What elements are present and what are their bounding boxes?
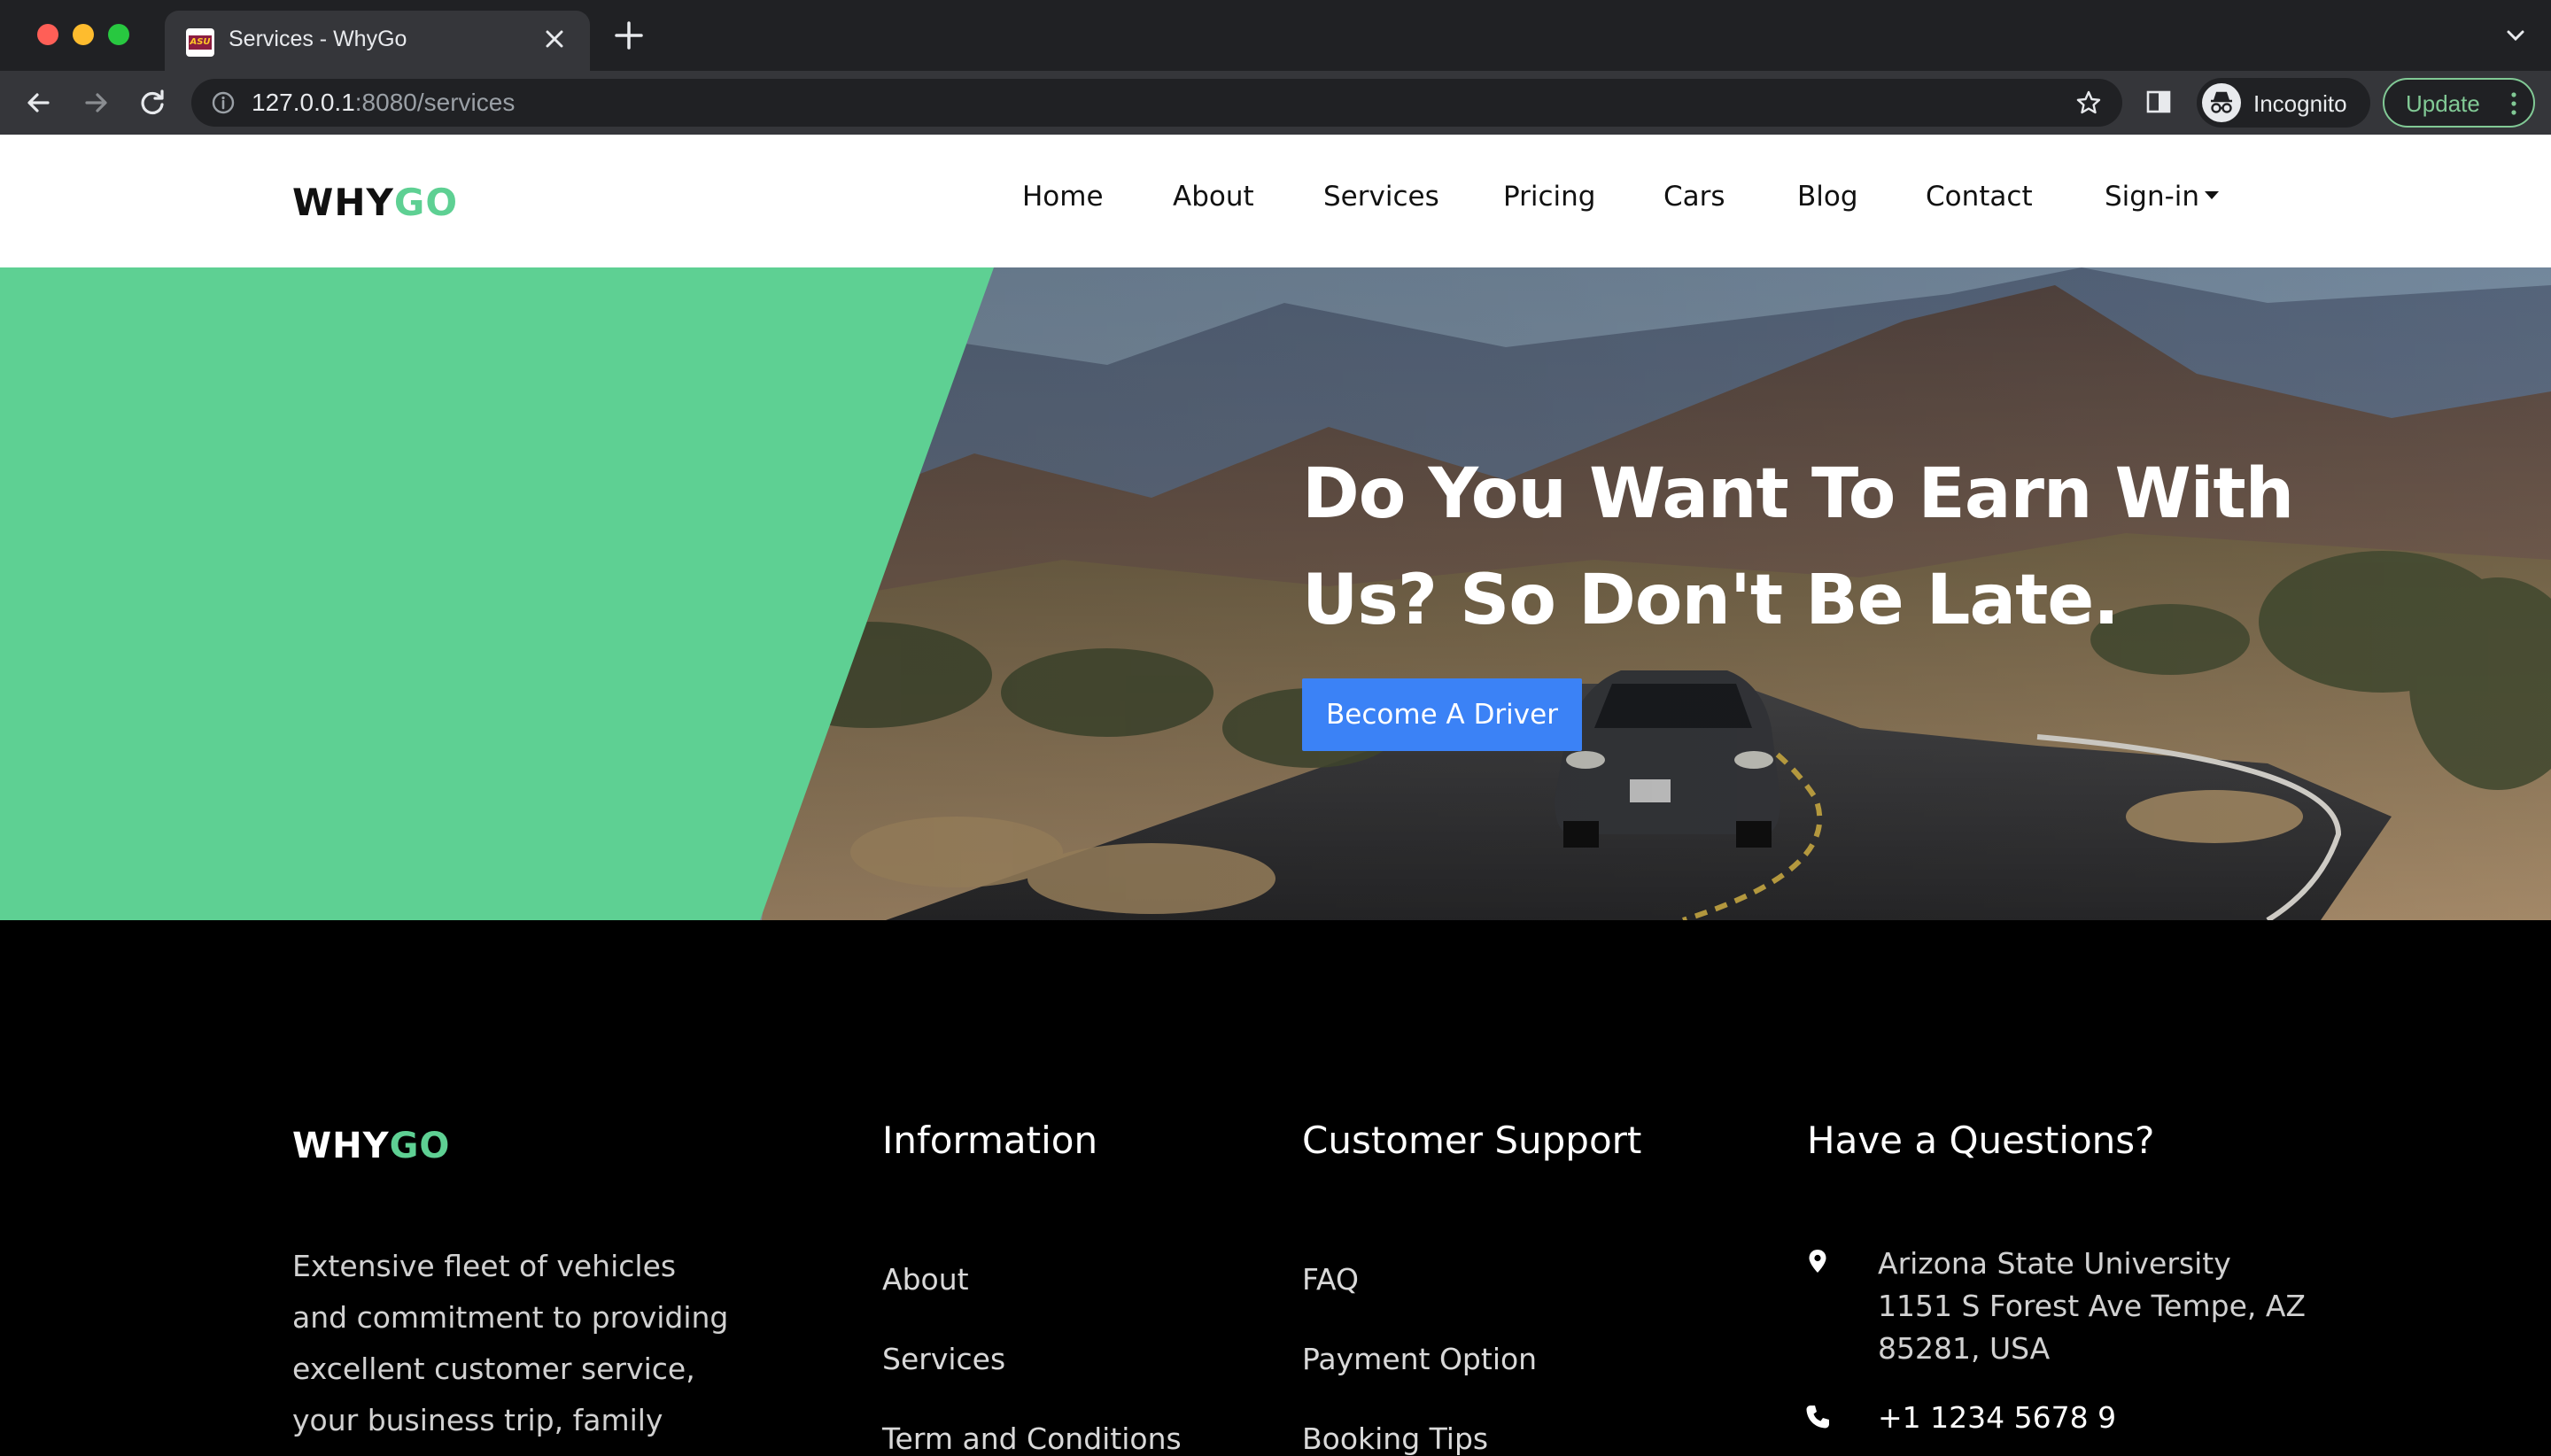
- kebab-menu-icon[interactable]: [2510, 90, 2517, 117]
- browser-tab-strip: ASU Services - WhyGo: [0, 0, 2551, 71]
- questions-heading: Have a Questions?: [1807, 1119, 2155, 1162]
- become-driver-button[interactable]: Become A Driver: [1302, 678, 1582, 751]
- hero-heading: Do You Want To Earn With Us? So Don't Be…: [1302, 454, 2294, 640]
- nav-item-pricing[interactable]: Pricing: [1503, 181, 1596, 213]
- address-line-1: Arizona State University: [1878, 1246, 2231, 1281]
- favicon-icon: ASU: [186, 28, 214, 57]
- url-host: 127.0.0.1: [252, 89, 355, 116]
- site-logo[interactable]: WHYGO: [292, 181, 458, 224]
- phone-icon: [1803, 1403, 1832, 1431]
- arrow-left-icon[interactable]: [19, 83, 58, 122]
- nav-item-about[interactable]: About: [1173, 181, 1254, 213]
- window-maximize-button[interactable]: [108, 24, 129, 45]
- address-line-3: 85281, USA: [1878, 1331, 2051, 1366]
- chevron-down-icon[interactable]: [2501, 21, 2530, 50]
- nav-item-services[interactable]: Services: [1323, 181, 1439, 213]
- tab-title: Services - WhyGo: [229, 27, 407, 51]
- logo-accent-text: GO: [393, 181, 459, 224]
- update-label: Update: [2406, 90, 2480, 117]
- footer-link-terms[interactable]: Term and Conditions: [882, 1421, 1182, 1456]
- nav-item-cars[interactable]: Cars: [1663, 181, 1725, 213]
- footer-description: Extensive fleet of vehicles and commitme…: [292, 1249, 729, 1437]
- logo-main-text: WHY: [292, 181, 394, 224]
- nav-item-sign-in[interactable]: Sign-in: [2105, 181, 2220, 213]
- site-footer: WHYGO Extensive fleet of vehicles and co…: [0, 920, 2551, 1456]
- footer-logo[interactable]: WHYGO: [292, 1126, 450, 1166]
- arrow-right-icon[interactable]: [76, 83, 115, 122]
- star-icon[interactable]: [2074, 89, 2103, 117]
- favicon-text: ASU: [189, 35, 212, 50]
- address-bar[interactable]: 127.0.0.1:8080/services: [191, 79, 2122, 127]
- footer-link-about[interactable]: About: [882, 1262, 969, 1297]
- nav-item-home[interactable]: Home: [1022, 181, 1104, 213]
- footer-logo-accent: GO: [389, 1126, 451, 1166]
- window-minimize-button[interactable]: [73, 24, 94, 45]
- footer-link-services[interactable]: Services: [882, 1342, 1005, 1376]
- footer-link-faq[interactable]: FAQ: [1302, 1262, 1359, 1297]
- nav-item-contact[interactable]: Contact: [1926, 181, 2033, 213]
- map-pin-icon: [1803, 1247, 1832, 1275]
- customer-support-heading: Customer Support: [1302, 1119, 1642, 1162]
- info-icon[interactable]: [211, 90, 236, 115]
- side-panel-icon[interactable]: [2145, 89, 2172, 115]
- footer-link-booking-tips[interactable]: Booking Tips: [1302, 1421, 1488, 1456]
- caret-down-icon: [2205, 191, 2220, 199]
- information-heading: Information: [882, 1119, 1098, 1162]
- incognito-profile-button[interactable]: Incognito: [2197, 78, 2370, 128]
- incognito-icon: [2202, 83, 2241, 122]
- browser-tab-active[interactable]: ASU Services - WhyGo: [165, 11, 590, 71]
- window-close-button[interactable]: [37, 24, 58, 45]
- reload-icon[interactable]: [133, 83, 172, 122]
- nav-item-blog[interactable]: Blog: [1797, 181, 1858, 213]
- contact-phone[interactable]: +1 1234 5678 9: [1878, 1397, 2116, 1439]
- browser-toolbar: 127.0.0.1:8080/services Incognito Update: [0, 71, 2551, 135]
- plus-icon[interactable]: [611, 18, 647, 53]
- footer-link-payment-option[interactable]: Payment Option: [1302, 1342, 1537, 1376]
- sign-in-label: Sign-in: [2105, 181, 2200, 213]
- site-header: WHYGO Home About Services Pricing Cars B…: [0, 135, 2551, 267]
- close-icon[interactable]: [539, 23, 570, 55]
- url-text: 127.0.0.1:8080/services: [252, 89, 515, 117]
- contact-address: Arizona State University 1151 S Forest A…: [1878, 1243, 2306, 1370]
- address-line-2: 1151 S Forest Ave Tempe, AZ: [1878, 1289, 2307, 1323]
- update-button[interactable]: Update: [2383, 78, 2535, 128]
- hero-section: Do You Want To Earn With Us? So Don't Be…: [0, 267, 2551, 920]
- url-path: :8080/services: [354, 89, 516, 116]
- footer-logo-main: WHY: [292, 1126, 390, 1166]
- incognito-label: Incognito: [2253, 90, 2347, 117]
